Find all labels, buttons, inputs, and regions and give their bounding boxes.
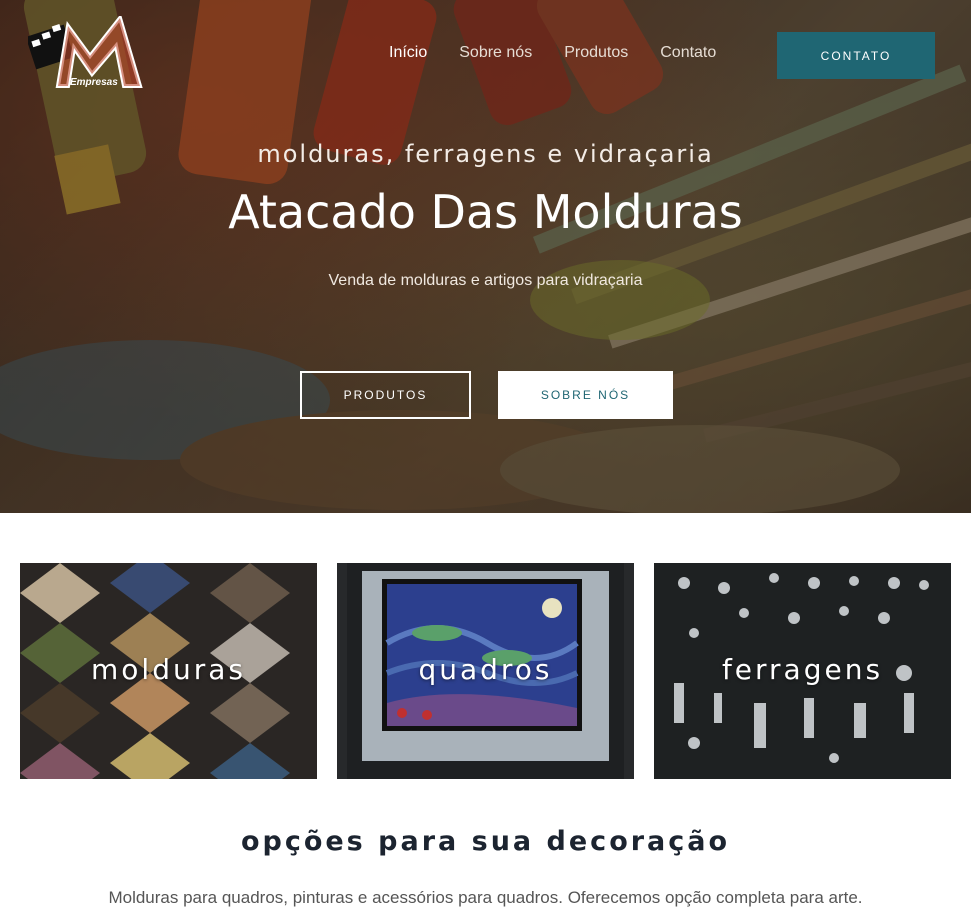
section-text: Molduras para quadros, pinturas e acessó… (108, 888, 863, 907)
logo-tagline: Empresas (70, 77, 118, 88)
nav-item-inicio[interactable]: Início (389, 44, 427, 62)
card-label: ferragens (721, 653, 884, 686)
nav-item-contato[interactable]: Contato (660, 44, 716, 62)
category-card-ferragens[interactable]: ferragens (654, 563, 951, 779)
hero-subtitle: Venda de molduras e artigos para vidraça… (328, 272, 643, 289)
hero-title: Atacado Das Molduras (228, 185, 743, 239)
card-label: molduras (91, 653, 246, 686)
category-card-molduras[interactable]: molduras (20, 563, 317, 779)
sobre-nos-button[interactable]: SOBRE NÓS (498, 371, 673, 419)
category-card-quadros[interactable]: quadros (337, 563, 634, 779)
hero-kicker: molduras, ferragens e vidraçaria (257, 140, 714, 168)
contato-button[interactable]: CONTATO (777, 32, 935, 79)
nav-item-produtos[interactable]: Produtos (564, 44, 628, 62)
nav-item-sobre-nos[interactable]: Sobre nós (459, 44, 532, 62)
hero-banner: Empresas Início Sobre nós Produtos Conta… (0, 0, 971, 513)
main-nav: Início Sobre nós Produtos Contato (389, 44, 716, 62)
produtos-button[interactable]: PRODUTOS (300, 371, 471, 419)
card-label: quadros (418, 653, 553, 686)
section-title: opções para sua decoração (240, 826, 731, 857)
